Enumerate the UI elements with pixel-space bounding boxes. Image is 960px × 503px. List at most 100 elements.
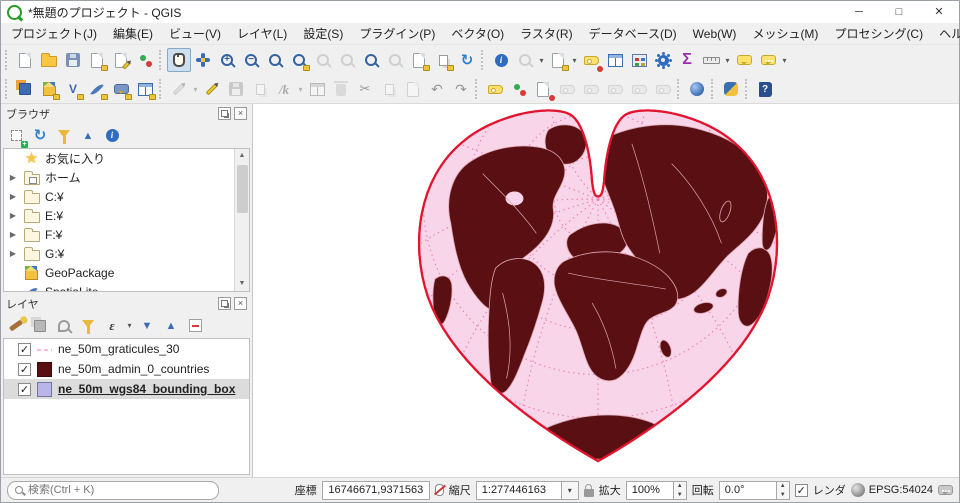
- open-attribute-table-button[interactable]: [603, 48, 627, 72]
- close-button[interactable]: ✕: [919, 1, 959, 23]
- new-virtual-layer-button[interactable]: [133, 77, 157, 101]
- new-geopackage-layer-button[interactable]: [37, 77, 61, 101]
- browser-properties-button[interactable]: i: [101, 125, 123, 147]
- menu-database[interactable]: データベース(D): [581, 23, 685, 44]
- browser-item-drive-c[interactable]: ▶ C:¥: [4, 187, 249, 206]
- coordinate-display[interactable]: 16746671,9371563: [322, 481, 430, 500]
- new-project-button[interactable]: [13, 48, 37, 72]
- browser-item-drive-f[interactable]: ▶ F:¥: [4, 225, 249, 244]
- refresh-map-button[interactable]: ↻: [455, 48, 479, 72]
- field-calculator-button[interactable]: [627, 48, 651, 72]
- browser-item-drive-e[interactable]: ▶ E:¥: [4, 206, 249, 225]
- layers-float-button[interactable]: [218, 297, 231, 310]
- layer-checkbox[interactable]: ✓: [18, 383, 31, 396]
- help-contents-button[interactable]: ?: [753, 77, 777, 101]
- scroll-up-icon[interactable]: ▲: [239, 149, 246, 163]
- browser-scrollbar[interactable]: ▲ ▼: [234, 149, 249, 291]
- new-temporary-scratch-layer-button[interactable]: [109, 77, 133, 101]
- metasearch-button[interactable]: [685, 77, 709, 101]
- data-source-manager-button[interactable]: [13, 77, 37, 101]
- layer-diagram-button[interactable]: [507, 77, 531, 101]
- layer-checkbox[interactable]: ✓: [18, 343, 31, 356]
- menu-help[interactable]: ヘルプ(H): [931, 23, 960, 44]
- locator-search[interactable]: [7, 481, 219, 500]
- modify-attributes-button[interactable]: [305, 77, 329, 101]
- undo-button[interactable]: ↶: [425, 77, 449, 101]
- redo-button[interactable]: ↷: [449, 77, 473, 101]
- statistics-summary-button[interactable]: Σ: [675, 48, 699, 72]
- copy-features-button[interactable]: [377, 77, 401, 101]
- filter-legend-button[interactable]: [77, 315, 99, 337]
- scale-combobox[interactable]: 1:277446163: [476, 481, 562, 500]
- toggle-editing-button[interactable]: [200, 77, 224, 101]
- browser-item-spatialite[interactable]: SpatiaLite: [4, 282, 249, 292]
- manage-map-themes-button[interactable]: [53, 315, 75, 337]
- collapse-all-button[interactable]: ▲: [160, 315, 182, 337]
- save-layer-edits-button[interactable]: [224, 77, 248, 101]
- expander-icon[interactable]: ▶: [8, 249, 18, 258]
- add-group-button[interactable]: [29, 315, 51, 337]
- menu-layer[interactable]: レイヤ(L): [229, 23, 295, 44]
- browser-item-home[interactable]: ▶ ホーム: [4, 168, 249, 187]
- toolbar-drag-handle[interactable]: [475, 79, 479, 99]
- layer-row-countries[interactable]: ✓ ne_50m_admin_0_countries: [4, 359, 249, 379]
- measure-dropdown[interactable]: ▾: [723, 56, 732, 65]
- toolbar-drag-handle[interactable]: [159, 50, 163, 70]
- expression-dropdown[interactable]: ▾: [125, 321, 134, 330]
- toolbar-drag-handle[interactable]: [5, 50, 9, 70]
- expand-all-button[interactable]: ▼: [136, 315, 158, 337]
- pin-labels-button[interactable]: [531, 77, 555, 101]
- rotation-spinner[interactable]: ▲▼: [777, 481, 790, 500]
- minimize-button[interactable]: ─: [839, 1, 879, 23]
- browser-item-favorites[interactable]: ★ お気に入り: [4, 149, 249, 168]
- zoom-to-selection-button[interactable]: [287, 48, 311, 72]
- change-label-properties-button[interactable]: [651, 77, 675, 101]
- toggle-extents-display-icon[interactable]: [435, 484, 444, 496]
- search-input[interactable]: [28, 484, 211, 496]
- zoom-next-button[interactable]: [383, 48, 407, 72]
- new-spatialite-layer-button[interactable]: [85, 77, 109, 101]
- python-console-button[interactable]: [719, 77, 743, 101]
- text-annotation-button[interactable]: [756, 48, 780, 72]
- zoom-native-button[interactable]: [335, 48, 359, 72]
- layer-row-bounding-box[interactable]: ✓ ne_50m_wgs84_bounding_box: [4, 379, 249, 399]
- toolbar-drag-handle[interactable]: [481, 50, 485, 70]
- cut-features-button[interactable]: ✂: [353, 77, 377, 101]
- layer-labeling-button[interactable]: [483, 77, 507, 101]
- expander-icon[interactable]: ▶: [8, 211, 18, 220]
- menu-settings[interactable]: 設定(S): [295, 23, 351, 44]
- scroll-down-icon[interactable]: ▼: [239, 277, 246, 291]
- scroll-thumb[interactable]: [237, 165, 248, 213]
- maximize-button[interactable]: □: [879, 1, 919, 23]
- select-by-value-button[interactable]: [546, 48, 570, 72]
- toolbar-drag-handle[interactable]: [677, 79, 681, 99]
- vertex-tool-button[interactable]: /k: [272, 77, 296, 101]
- menu-web[interactable]: Web(W): [685, 25, 745, 43]
- delete-selected-button[interactable]: [329, 77, 353, 101]
- expander-icon[interactable]: ▶: [8, 230, 18, 239]
- toolbar-drag-handle[interactable]: [5, 79, 9, 99]
- crs-status-button[interactable]: EPSG:54024: [851, 483, 933, 497]
- open-project-button[interactable]: [37, 48, 61, 72]
- pan-to-selection-button[interactable]: [191, 48, 215, 72]
- zoom-last-button[interactable]: [359, 48, 383, 72]
- browser-item-geopackage[interactable]: GeoPackage: [4, 263, 249, 282]
- browser-item-drive-g[interactable]: ▶ G:¥: [4, 244, 249, 263]
- browser-collapse-all-button[interactable]: ▲: [77, 125, 99, 147]
- browser-add-layer-button[interactable]: +: [5, 125, 27, 147]
- browser-close-button[interactable]: ×: [234, 107, 247, 120]
- zoom-out-button[interactable]: −: [239, 48, 263, 72]
- menu-processing[interactable]: プロセシング(C): [826, 23, 931, 44]
- new-print-layout-button[interactable]: [109, 48, 133, 72]
- menu-mesh[interactable]: メッシュ(M): [744, 23, 826, 44]
- layers-close-button[interactable]: ×: [234, 297, 247, 310]
- current-edits-button[interactable]: [167, 77, 191, 101]
- toolbar-drag-handle[interactable]: [159, 79, 163, 99]
- vertex-tool-dropdown[interactable]: ▾: [296, 85, 305, 94]
- zoom-in-button[interactable]: +: [215, 48, 239, 72]
- deselect-all-button[interactable]: [579, 48, 603, 72]
- toolbar-drag-handle[interactable]: [745, 79, 749, 99]
- lock-scale-icon[interactable]: [584, 489, 594, 497]
- filter-by-expression-button[interactable]: ε: [101, 315, 123, 337]
- map-canvas[interactable]: [253, 104, 959, 477]
